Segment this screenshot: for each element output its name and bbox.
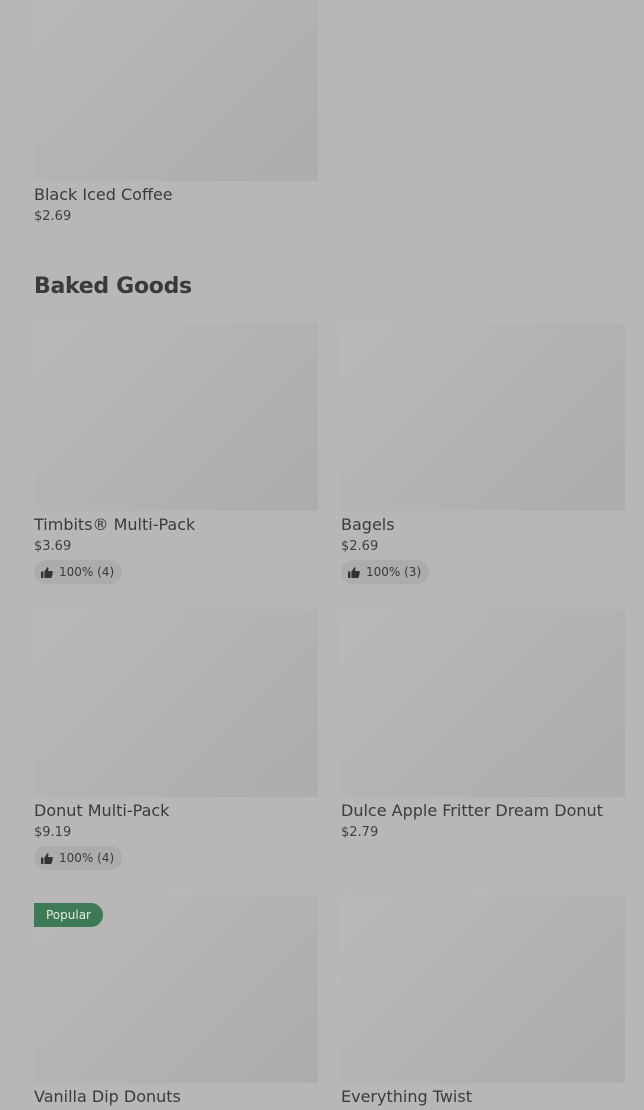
- rating-text: 100% (4): [59, 565, 115, 579]
- item-image: [341, 895, 625, 1083]
- item-image: [341, 609, 625, 797]
- item-title: Timbits® Multi-Pack: [34, 515, 196, 534]
- item-image: [34, 609, 318, 797]
- thumbs-up-icon: [41, 852, 53, 864]
- menu-item-card[interactable]: Everything Twist: [341, 895, 625, 1106]
- item-price: $3.69: [34, 539, 72, 554]
- item-price: $2.79: [341, 825, 379, 840]
- thumbs-up-icon: [41, 566, 53, 578]
- item-title: Bagels: [341, 515, 395, 534]
- item-price: $2.69: [341, 539, 379, 554]
- menu-item-card[interactable]: Bagels $2.69 100% (3): [341, 323, 625, 584]
- rating-badge: 100% (4): [34, 560, 123, 584]
- item-title: Dulce Apple Fritter Dream Donut: [341, 801, 603, 820]
- rating-badge: 100% (3): [341, 560, 430, 584]
- item-price: $2.69: [34, 209, 72, 224]
- item-title: Vanilla Dip Donuts: [34, 1087, 181, 1106]
- menu-item-card[interactable]: Donut Multi-Pack $9.19 100% (4): [34, 609, 318, 870]
- item-title: Donut Multi-Pack: [34, 801, 170, 820]
- section-heading: Baked Goods: [34, 274, 192, 299]
- rating-text: 100% (3): [366, 565, 422, 579]
- item-price: $9.19: [34, 825, 72, 840]
- menu-item-card[interactable]: Popular Vanilla Dip Donuts: [34, 895, 318, 1106]
- item-title: Black Iced Coffee: [34, 185, 173, 204]
- item-image: [34, 0, 318, 181]
- thumbs-up-icon: [348, 566, 360, 578]
- rating-badge: 100% (4): [34, 846, 123, 870]
- rating-text: 100% (4): [59, 851, 115, 865]
- item-title: Everything Twist: [341, 1087, 472, 1106]
- popular-badge: Popular: [34, 903, 103, 927]
- menu-item-card[interactable]: Timbits® Multi-Pack $3.69 100% (4): [34, 323, 318, 584]
- menu-item-card[interactable]: Black Iced Coffee $2.69: [34, 0, 318, 225]
- item-image: [341, 323, 625, 511]
- item-image: Popular: [34, 895, 318, 1083]
- item-image: [34, 323, 318, 511]
- menu-item-card[interactable]: Dulce Apple Fritter Dream Donut $2.79: [341, 609, 625, 841]
